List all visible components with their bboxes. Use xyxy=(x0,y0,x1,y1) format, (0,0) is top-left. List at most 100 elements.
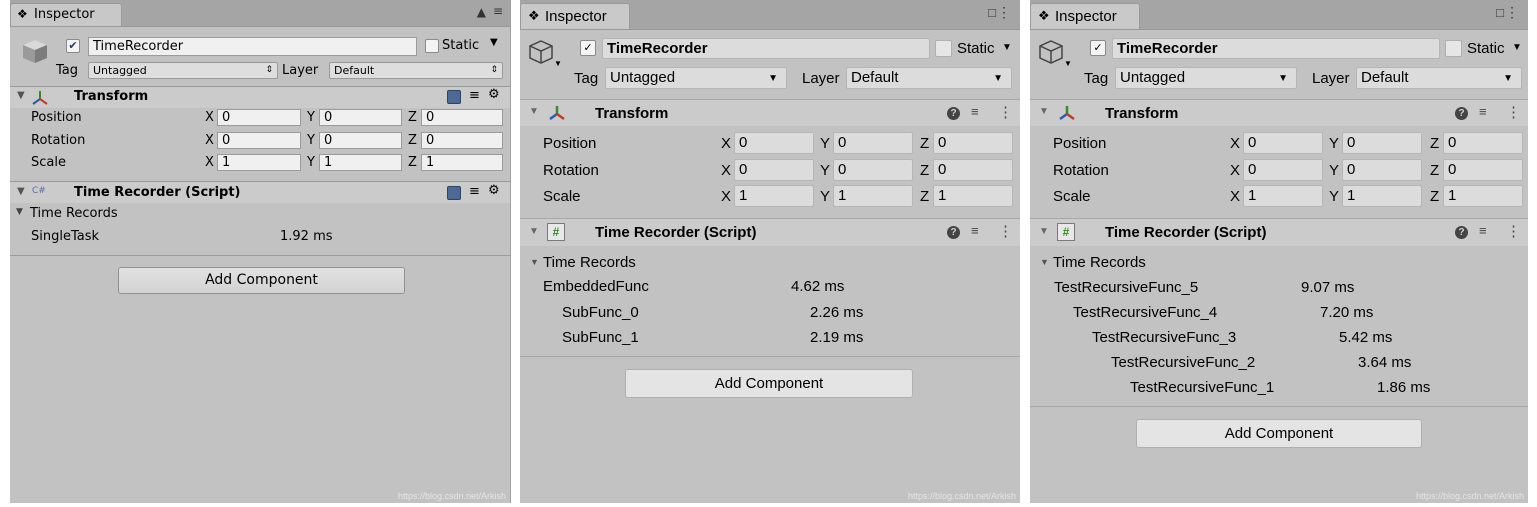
foldout-arrow-icon[interactable]: ▼ xyxy=(529,226,539,237)
lock-icon[interactable]: □ xyxy=(988,5,996,20)
lock-icon[interactable]: ▲ xyxy=(477,5,486,19)
rotation-y-field[interactable]: 0 xyxy=(1342,159,1422,181)
rotation-z-field[interactable]: 0 xyxy=(933,159,1013,181)
position-z-field[interactable]: 0 xyxy=(421,109,503,126)
object-name-field[interactable]: TimeRecorder xyxy=(602,38,930,59)
transform-header[interactable]: ▼ Transform ? ≡ ⋮ xyxy=(1030,100,1528,126)
more-options-icon[interactable]: ⋮ xyxy=(998,103,1013,121)
info-icon: ❖ xyxy=(528,8,540,23)
icon-dropdown-arrow[interactable]: ▼ xyxy=(554,59,562,68)
add-component-button[interactable]: Add Component xyxy=(1136,419,1422,448)
active-checkbox[interactable]: ✓ xyxy=(1090,40,1106,56)
static-checkbox[interactable] xyxy=(1445,40,1462,57)
layer-dropdown[interactable]: Default ▼ xyxy=(1356,67,1522,89)
rotation-z-field[interactable]: 0 xyxy=(1443,159,1523,181)
scale-z-field[interactable]: 1 xyxy=(1443,185,1523,207)
more-options-icon[interactable]: ⋮ xyxy=(1506,103,1521,121)
tab-inspector[interactable]: ❖ Inspector xyxy=(520,3,630,29)
position-y-field[interactable]: 0 xyxy=(833,132,913,154)
position-x-field[interactable]: 0 xyxy=(734,132,814,154)
foldout-arrow-icon[interactable]: ▼ xyxy=(1039,226,1049,237)
script-header[interactable]: ▼ C# Time Recorder (Script) ≡ ⚙ xyxy=(10,182,510,203)
layer-dropdown[interactable]: Default ⇕ xyxy=(329,62,503,79)
active-checkbox[interactable]: ✓ xyxy=(580,40,596,56)
rotation-label: Rotation xyxy=(1053,162,1109,179)
rotation-x-field[interactable]: 0 xyxy=(734,159,814,181)
lock-icon[interactable]: □ xyxy=(1496,5,1504,20)
more-options-icon[interactable]: ⋮ xyxy=(997,4,1011,21)
icon-dropdown-arrow[interactable]: ▼ xyxy=(1064,59,1072,68)
scale-x-field[interactable]: 1 xyxy=(217,154,301,171)
rotation-x-field[interactable]: 0 xyxy=(217,132,301,149)
preset-icon[interactable]: ≡ xyxy=(1479,104,1487,119)
static-dropdown-icon[interactable]: ▼ xyxy=(1512,42,1522,53)
rotation-x-field[interactable]: 0 xyxy=(1243,159,1323,181)
help-icon[interactable]: ? xyxy=(947,107,960,120)
z-label: Z xyxy=(920,162,930,179)
transform-header[interactable]: ▼ Transform ? ≡ ⋮ xyxy=(520,100,1020,126)
foldout-arrow-icon[interactable]: ▼ xyxy=(529,106,539,117)
position-y-field[interactable]: 0 xyxy=(1342,132,1422,154)
position-y-field[interactable]: 0 xyxy=(319,109,402,126)
static-dropdown-icon[interactable]: ▼ xyxy=(1002,42,1012,53)
script-header[interactable]: ▼ # Time Recorder (Script) ? ≡ ⋮ xyxy=(1030,219,1528,246)
foldout-arrow-icon[interactable]: ▼ xyxy=(1040,257,1049,267)
foldout-arrow-icon[interactable]: ▼ xyxy=(530,257,539,267)
position-z-field[interactable]: 0 xyxy=(933,132,1013,154)
preset-icon[interactable]: ≡ xyxy=(1479,223,1487,238)
more-options-icon[interactable]: ⋮ xyxy=(1505,4,1519,21)
scale-y-field[interactable]: 1 xyxy=(319,154,402,171)
scale-z-field[interactable]: 1 xyxy=(421,154,503,171)
scale-x-field[interactable]: 1 xyxy=(1243,185,1323,207)
more-options-icon[interactable]: ⋮ xyxy=(1506,222,1521,240)
record-time: 9.07 ms xyxy=(1301,279,1355,296)
object-name-field[interactable]: TimeRecorder xyxy=(88,37,417,56)
foldout-arrow-icon[interactable]: ▼ xyxy=(16,207,23,217)
help-icon[interactable]: ? xyxy=(947,226,960,239)
preset-icon[interactable]: ≡ xyxy=(469,184,480,199)
add-component-button[interactable]: Add Component xyxy=(625,369,913,398)
tab-inspector[interactable]: ❖ Inspector xyxy=(1030,3,1140,29)
object-name-field[interactable]: TimeRecorder xyxy=(1112,38,1440,59)
preset-icon[interactable]: ≡ xyxy=(971,104,979,119)
more-options-icon[interactable]: ⋮ xyxy=(998,222,1013,240)
position-z-field[interactable]: 0 xyxy=(1443,132,1523,154)
preset-icon[interactable]: ≡ xyxy=(971,223,979,238)
record-name: SubFunc_0 xyxy=(562,304,639,321)
active-checkbox[interactable]: ✔ xyxy=(66,39,80,53)
position-x-field[interactable]: 0 xyxy=(1243,132,1323,154)
menu-icon[interactable]: ≡ xyxy=(493,4,503,18)
gear-icon[interactable]: ⚙ xyxy=(488,87,500,102)
scale-y-field[interactable]: 1 xyxy=(1342,185,1422,207)
scale-y-field[interactable]: 1 xyxy=(833,185,913,207)
script-header[interactable]: ▼ # Time Recorder (Script) ? ≡ ⋮ xyxy=(520,219,1020,246)
tag-dropdown[interactable]: Untagged ⇕ xyxy=(88,62,278,79)
preset-icon[interactable]: ≡ xyxy=(469,88,480,103)
tab-inspector[interactable]: ❖ Inspector xyxy=(10,3,122,26)
foldout-arrow-icon[interactable]: ▼ xyxy=(1039,106,1049,117)
foldout-arrow-icon[interactable]: ▼ xyxy=(17,186,25,197)
static-checkbox[interactable] xyxy=(935,40,952,57)
help-icon[interactable]: ? xyxy=(1455,226,1468,239)
transform-header[interactable]: ▼ Transform ≡ ⚙ xyxy=(10,87,510,108)
tag-dropdown[interactable]: Untagged ▼ xyxy=(605,67,787,89)
static-checkbox[interactable] xyxy=(425,39,439,53)
transform-icon xyxy=(32,91,48,105)
layer-dropdown[interactable]: Default ▼ xyxy=(846,67,1012,89)
help-icon[interactable] xyxy=(447,90,461,104)
help-icon[interactable]: ? xyxy=(1455,107,1468,120)
help-icon[interactable] xyxy=(447,186,461,200)
rotation-z-field[interactable]: 0 xyxy=(421,132,503,149)
rotation-y-field[interactable]: 0 xyxy=(319,132,402,149)
layer-value: Default xyxy=(334,64,375,77)
position-x-field[interactable]: 0 xyxy=(217,109,301,126)
foldout-arrow-icon[interactable]: ▼ xyxy=(17,90,25,101)
rotation-y-field[interactable]: 0 xyxy=(833,159,913,181)
tag-dropdown[interactable]: Untagged ▼ xyxy=(1115,67,1297,89)
watermark: https://blog.csdn.net/Arkish xyxy=(397,491,506,501)
scale-x-field[interactable]: 1 xyxy=(734,185,814,207)
gear-icon[interactable]: ⚙ xyxy=(488,183,500,198)
scale-z-field[interactable]: 1 xyxy=(933,185,1013,207)
add-component-button[interactable]: Add Component xyxy=(118,267,405,294)
static-dropdown-icon[interactable]: ▼ xyxy=(490,37,498,48)
